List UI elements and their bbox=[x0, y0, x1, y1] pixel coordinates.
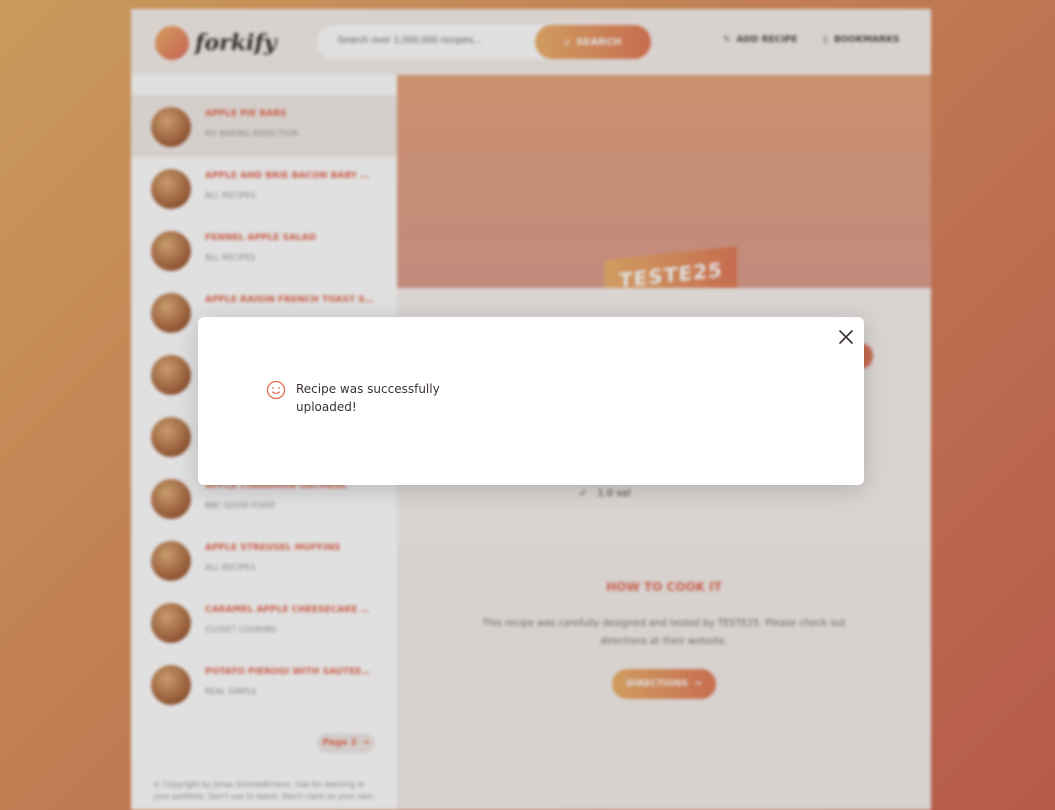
recipe-publisher: All Recipes bbox=[205, 253, 256, 262]
arrow-right-icon: → bbox=[361, 738, 370, 748]
edit-icon: ✎ bbox=[723, 35, 731, 45]
add-recipe-label: ADD RECIPE bbox=[736, 35, 798, 45]
logo-icon bbox=[155, 26, 189, 60]
recipe-publisher: My Baking Addiction bbox=[205, 129, 298, 138]
recipe-thumbnail bbox=[151, 541, 191, 581]
bookmarks-button[interactable]: ▯ BOOKMARKS bbox=[823, 35, 899, 45]
smile-icon bbox=[266, 380, 286, 404]
logo: forkify bbox=[155, 26, 277, 60]
recipe-directions: How to cook it This recipe was carefully… bbox=[397, 545, 931, 810]
recipe-title: Potato Pierogi with Sautéed Apples bbox=[205, 667, 375, 677]
recipe-publisher: BBC Good Food bbox=[205, 501, 275, 510]
recipe-thumbnail bbox=[151, 107, 191, 147]
recipe-hero-image: TESTE25 bbox=[397, 75, 931, 304]
page-label: Page 2 bbox=[322, 738, 357, 748]
cook-heading: How to cook it bbox=[606, 580, 722, 594]
recipe-title: Fennel Apple Salad bbox=[205, 233, 317, 243]
recipe-title: Apple and Brie Bacon Baby Bagels bbox=[205, 171, 375, 181]
recipe-thumbnail bbox=[151, 231, 191, 271]
modal-message: Recipe was successfully uploaded! bbox=[266, 380, 446, 416]
recipe-publisher: Closet Cooking bbox=[205, 625, 277, 634]
recipe-list-item[interactable]: Apple Pie Bars My Baking Addiction bbox=[131, 95, 397, 157]
header: forkify ⌕ SEARCH ✎ ADD RECIPE ▯ BOOKMARK… bbox=[131, 9, 931, 75]
recipe-title: Apple Pie Bars bbox=[205, 109, 287, 119]
recipe-thumbnail bbox=[151, 603, 191, 643]
ingredient-text: 1.0 sal bbox=[597, 488, 631, 499]
recipe-publisher: All Recipes bbox=[205, 563, 256, 572]
recipe-list-item[interactable]: Fennel Apple Salad All Recipes bbox=[131, 219, 397, 281]
recipe-list-item[interactable]: Apple and Brie Bacon Baby Bagels All Rec… bbox=[131, 157, 397, 219]
recipe-thumbnail bbox=[151, 665, 191, 705]
search-input[interactable] bbox=[335, 34, 519, 47]
directions-button[interactable]: DIRECTIONS → bbox=[612, 669, 716, 699]
directions-label: DIRECTIONS bbox=[626, 679, 689, 689]
recipe-title: Apple Streusel Muffins bbox=[205, 543, 341, 553]
search-button-label: SEARCH bbox=[576, 36, 622, 48]
close-icon[interactable] bbox=[836, 327, 856, 347]
recipe-list-item[interactable]: Caramel Apple Cheesecake Bars Closet Coo… bbox=[131, 591, 397, 653]
ingredient-item: ✓ 1.0 sal bbox=[579, 488, 631, 499]
bookmark-icon: ▯ bbox=[823, 35, 828, 45]
recipe-title: Caramel Apple Cheesecake Bars bbox=[205, 605, 375, 615]
search-icon: ⌕ bbox=[564, 36, 571, 48]
recipe-thumbnail bbox=[151, 355, 191, 395]
copyright: © Copyright by Jonas Schmedtmann. Use fo… bbox=[153, 780, 376, 801]
recipe-title: Apple Raisin French Toast Strata bbox=[205, 295, 375, 305]
recipe-thumbnail bbox=[151, 293, 191, 333]
cook-text: This recipe was carefully designed and t… bbox=[482, 618, 846, 647]
upload-success-modal: Recipe was successfully uploaded! bbox=[198, 317, 864, 485]
success-message: Recipe was successfully uploaded! bbox=[296, 382, 440, 414]
recipe-thumbnail bbox=[151, 169, 191, 209]
check-icon: ✓ bbox=[579, 488, 588, 499]
recipe-thumbnail bbox=[151, 417, 191, 457]
recipe-publisher: Real Simple bbox=[205, 687, 257, 696]
recipe-publisher: All Recipes bbox=[205, 191, 256, 200]
add-recipe-button[interactable]: ✎ ADD RECIPE bbox=[723, 35, 797, 45]
bookmarks-label: BOOKMARKS bbox=[833, 35, 900, 45]
arrow-right-icon: → bbox=[694, 679, 702, 689]
search-button[interactable]: ⌕ SEARCH bbox=[535, 25, 651, 59]
recipe-list-item[interactable]: Potato Pierogi with Sautéed Apples Real … bbox=[131, 653, 397, 715]
pagination-next-button[interactable]: Page 2 → bbox=[317, 733, 375, 753]
recipe-thumbnail bbox=[151, 479, 191, 519]
logo-text: forkify bbox=[195, 30, 277, 56]
recipe-list-item[interactable]: Apple Streusel Muffins All Recipes bbox=[131, 529, 397, 591]
